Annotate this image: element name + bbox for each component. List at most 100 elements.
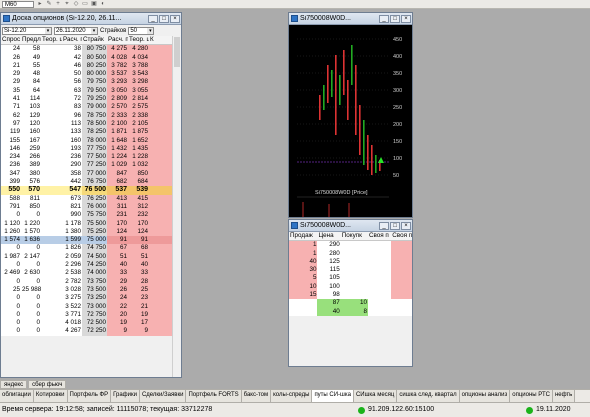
workspace-tab[interactable]: СИшка месяц: [353, 390, 398, 402]
ask-row[interactable]: 5 105: [289, 274, 412, 283]
bid-row[interactable]: 87 10: [289, 299, 412, 308]
desk-row[interactable]: 2 469 2 630 2 538 74 000 33 33: [1, 269, 174, 278]
toolbar-btn-8[interactable]: ◐: [100, 1, 106, 7]
workspace-tab[interactable]: опционы РТС: [510, 390, 553, 402]
toolbar-btn-4[interactable]: ⌖: [64, 1, 70, 7]
desk-row[interactable]: 791 850 821 76 000 311 312: [1, 202, 174, 212]
desk-column-header[interactable]: Теор. цена: [128, 36, 149, 46]
desk-row[interactable]: 004 267 72 250 9 9: [1, 327, 174, 336]
order-book-titlebar[interactable]: Si750008W0D... _ □ ×: [289, 220, 412, 232]
desk-scrollbar[interactable]: [172, 36, 181, 377]
toolbar-btn-5[interactable]: ◇: [73, 1, 79, 7]
desk-row[interactable]: 97 120 113 78 500 2 100 2 105: [1, 119, 174, 129]
desk-row[interactable]: 25 25 988 3 028 73 500 26 25: [1, 285, 174, 295]
toolbar-btn-3[interactable]: +: [55, 1, 61, 7]
desk-row[interactable]: 00 3 771 72 750 20 19: [1, 310, 174, 320]
desk-cell: [41, 128, 62, 137]
sub-tab[interactable]: сбер фьюч: [28, 380, 67, 389]
ask-row[interactable]: 1 290: [289, 240, 412, 250]
series-select[interactable]: Si-12.20 ▾: [2, 26, 52, 35]
workspace-tab[interactable]: Котировки: [33, 390, 68, 402]
desk-row[interactable]: 71 103 83 79 000 2 570 2 575: [1, 103, 174, 112]
desk-row[interactable]: 1 574 1 636 1 599 75 000 91 91: [1, 236, 174, 245]
workspace-tab[interactable]: Портфель FORTS: [186, 390, 242, 402]
desk-row[interactable]: 29 84 56 79 750 3 293 3 298: [1, 78, 174, 87]
desk-column-header[interactable]: Теор. цена: [41, 36, 62, 46]
toolbar-btn-2[interactable]: ✎: [46, 1, 52, 7]
workspace-tab[interactable]: опционы анализ: [459, 390, 511, 402]
minimize-button[interactable]: _: [148, 14, 158, 23]
ask-row[interactable]: 10 100: [289, 282, 412, 292]
toolbar-btn-1[interactable]: ▸: [37, 1, 43, 7]
desk-row[interactable]: 00 3 522 73 000 22 21: [1, 302, 174, 311]
desk-column-header[interactable]: Страйк: [82, 36, 107, 46]
price-chart[interactable]: 450 400 350 300 250 200 150 100 50 Si750008W0D […: [289, 25, 412, 218]
strikes-count-select[interactable]: 50 ▾: [128, 26, 155, 35]
desk-row[interactable]: 62 129 96 78 750 2 333 2 338: [1, 111, 174, 120]
chart-titlebar[interactable]: Si750008W0D... _ □ ×: [289, 13, 412, 25]
minimize-button[interactable]: _: [379, 221, 389, 230]
interval-combo[interactable]: M60: [2, 0, 34, 8]
toolbar-btn-6[interactable]: ▭: [82, 1, 88, 7]
desk-row[interactable]: 236 389 290 77 250 1 029 1 032: [1, 161, 174, 170]
desk-row[interactable]: 155 167 160 78 000 1 648 1 652: [1, 136, 174, 145]
maximize-button[interactable]: □: [390, 14, 400, 23]
desk-row[interactable]: 00 2 782 73 750 29 28: [1, 277, 174, 286]
desk-column-header[interactable]: Предл: [21, 36, 41, 46]
maximize-button[interactable]: □: [390, 221, 400, 230]
desk-row[interactable]: 550 570 547 76 500 537 539: [1, 186, 174, 195]
ask-row[interactable]: 15 98: [289, 291, 412, 300]
workspace-tab[interactable]: бакс-том: [241, 390, 272, 402]
desk-row[interactable]: 35 64 63 79 500 3 050 3 055: [1, 86, 174, 96]
workspace-tab[interactable]: облигации: [0, 390, 34, 402]
workspace-tab[interactable]: сишка след. квартал: [397, 390, 460, 402]
desk-row[interactable]: 1 260 1 570 1 380 75 250 124 124: [1, 227, 174, 237]
desk-row[interactable]: 146 259 193 77 750 1 432 1 435: [1, 144, 174, 154]
desk-cell: [41, 236, 62, 245]
desk-cell: [149, 277, 174, 286]
bid-row[interactable]: 40 8: [289, 307, 412, 316]
desk-row[interactable]: 24 58 38 80 750 4 275 4 280: [1, 44, 174, 54]
ask-row[interactable]: 1 280: [289, 249, 412, 258]
desk-row[interactable]: 21 55 46 80 250 3 782 3 788: [1, 61, 174, 71]
sub-tab[interactable]: яндекс: [0, 380, 28, 389]
workspace-tab[interactable]: Графики: [111, 390, 140, 402]
close-button[interactable]: ×: [401, 221, 411, 230]
minimize-button[interactable]: _: [379, 14, 389, 23]
desk-row[interactable]: 00 3 275 73 250 24 23: [1, 294, 174, 303]
desk-row[interactable]: 29 48 50 80 000 3 537 3 543: [1, 70, 174, 79]
workspace-tab[interactable]: Портфель ФР: [67, 390, 112, 402]
option-desk-titlebar[interactable]: Доска опционов (Si-12.20, 26.11... _ □ ×: [1, 13, 181, 25]
workspace-tab[interactable]: путы СИ-шка: [312, 390, 354, 402]
desk-row[interactable]: 41 114 72 79 250 2 809 2 814: [1, 95, 174, 104]
desk-column-header[interactable]: Расч. п: [62, 36, 82, 46]
desk-row[interactable]: 00 1 826 74 750 67 68: [1, 244, 174, 253]
desk-row[interactable]: 1 987 2 147 2 059 74 500 51 51: [1, 252, 174, 262]
workspace-tab[interactable]: Сделки/Заявки: [139, 390, 187, 402]
desk-row[interactable]: 234 266 236 77 500 1 224 1 228: [1, 153, 174, 162]
desk-scroll-thumb[interactable]: [174, 37, 180, 67]
desk-cell: [149, 211, 174, 220]
maximize-button[interactable]: □: [159, 14, 169, 23]
desk-cell: 2 338: [128, 111, 149, 120]
desk-column-header[interactable]: Расч. п: [107, 36, 128, 46]
desk-row[interactable]: 588 811 673 76 250 413 415: [1, 194, 174, 203]
workspace-tab[interactable]: нефть: [552, 390, 576, 402]
workspace-tab[interactable]: колы-спреды: [271, 390, 313, 402]
desk-row[interactable]: 119 160 133 78 250 1 871 1 875: [1, 128, 174, 137]
desk-column-header[interactable]: Спрос: [1, 36, 21, 46]
toolbar-btn-7[interactable]: ▣: [91, 1, 97, 7]
ask-row[interactable]: 30 115: [289, 266, 412, 275]
desk-row[interactable]: 1 120 1 220 1 178 75 500 170 170: [1, 219, 174, 228]
desk-row[interactable]: 00 4 018 72 500 19 17: [1, 319, 174, 328]
desk-row[interactable]: 002 296 74 250 40 40: [1, 261, 174, 270]
desk-column-header[interactable]: К: [149, 36, 174, 46]
desk-row[interactable]: 399 576 442 76 750 682 684: [1, 178, 174, 187]
desk-row[interactable]: 347 380 358 77 000 847 850: [1, 169, 174, 179]
close-button[interactable]: ×: [170, 14, 180, 23]
close-button[interactable]: ×: [401, 14, 411, 23]
desk-row[interactable]: 26 49 42 80 500 4 028 4 034: [1, 53, 174, 62]
ask-row[interactable]: 40 125: [289, 257, 412, 267]
desk-row[interactable]: 0 0 990 75 750 231 232: [1, 211, 174, 220]
date-select[interactable]: 26.11.2020 ▾: [54, 26, 98, 35]
